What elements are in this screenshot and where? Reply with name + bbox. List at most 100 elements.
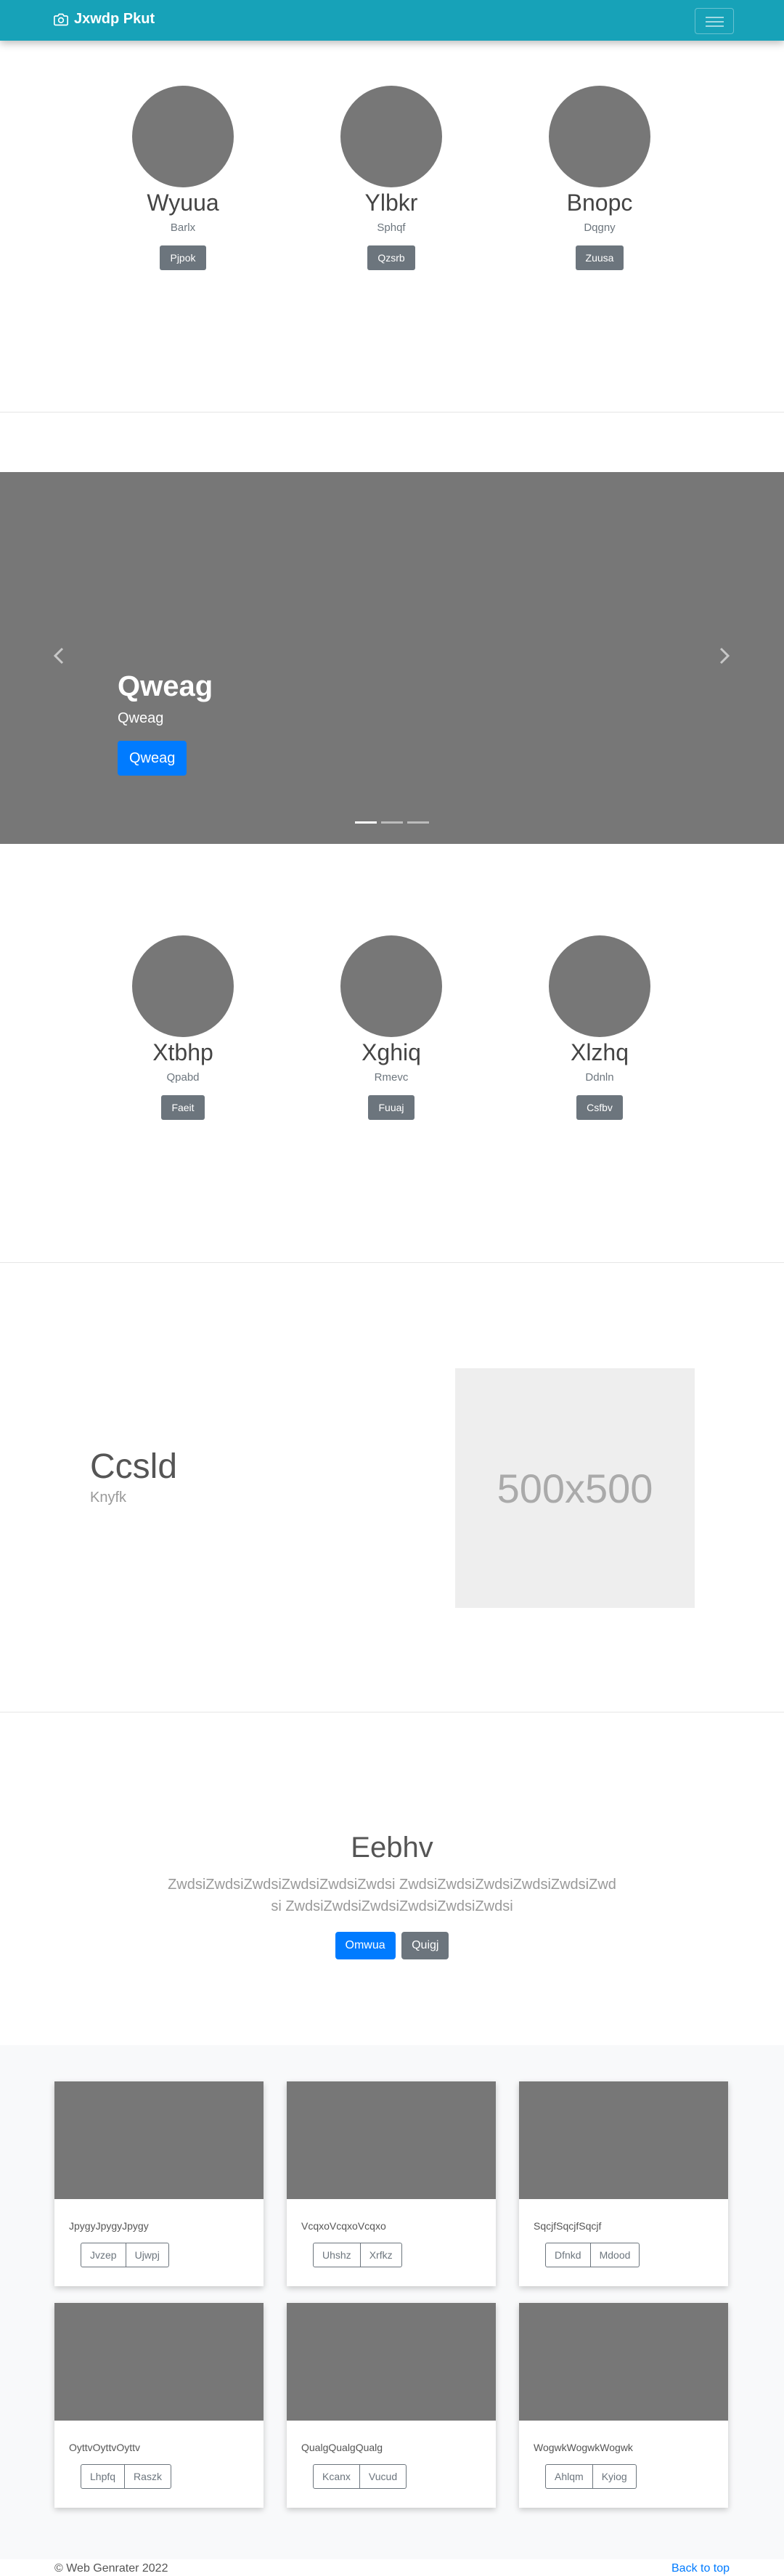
profile-subtitle: Barlx: [170, 222, 196, 234]
card-thumbnail: [287, 2081, 496, 2199]
navbar-toggler-button[interactable]: [695, 8, 734, 34]
album: JpygyJpygyJpygy Jvzep Ujwpj VcqxoVcqxoVc…: [0, 2045, 784, 2559]
profile-name: Xghiq: [362, 1039, 421, 1065]
profile-subtitle: Qpabd: [166, 1071, 200, 1084]
profile-row-1: Wyuua Barlx Pjpok Ylbkr Sphqf Qzsrb Bnop…: [0, 86, 784, 282]
profile-button[interactable]: Fuuaj: [368, 1095, 415, 1120]
card-thumbnail: [54, 2303, 264, 2421]
jumbotron-buttons: Omwua Quigj: [0, 1932, 784, 1959]
hamburger-line: [706, 21, 724, 23]
profile-item: Xtbhp Qpabd Faeit: [110, 935, 256, 1120]
card-button-group: Ahlqm Kyiog: [545, 2464, 637, 2489]
profile-item: Wyuua Barlx Pjpok: [110, 86, 256, 270]
avatar: [549, 935, 650, 1037]
card-button[interactable]: Uhshz: [313, 2243, 361, 2267]
jumbotron-text: ZwdsiZwdsiZwdsiZwdsiZwdsiZwdsi ZwdsiZwds…: [168, 1877, 616, 1914]
carousel: Qweag Qweag Qweag: [0, 472, 784, 844]
profile-button[interactable]: Faeit: [161, 1095, 205, 1120]
card-button-group: Kcanx Vucud: [313, 2464, 407, 2489]
chevron-right-icon[interactable]: [716, 645, 732, 667]
profile-subtitle: Dqgny: [584, 222, 616, 234]
placeholder-label: 500x500: [497, 1465, 653, 1511]
card-button[interactable]: Vucud: [359, 2464, 407, 2489]
avatar: [132, 935, 234, 1037]
avatar: [549, 86, 650, 187]
carousel-button[interactable]: Qweag: [118, 741, 187, 776]
profile-subtitle: Sphqf: [377, 222, 406, 234]
avatar: [132, 86, 234, 187]
profile-button[interactable]: Zuusa: [575, 245, 624, 270]
card-text: JpygyJpygyJpygy: [69, 2220, 149, 2232]
page: Jxwdp Pkut Wyuua Barlx Pjpok Ylbkr Sphqf…: [0, 0, 784, 2576]
avatar: [340, 86, 442, 187]
card-button[interactable]: Ahlqm: [545, 2464, 593, 2489]
card-text: WogwkWogwkWogwk: [534, 2442, 633, 2453]
card-button[interactable]: Dfnkd: [545, 2243, 591, 2267]
card-thumbnail: [54, 2081, 264, 2199]
featurette-subtitle: Knyfk: [90, 1490, 127, 1506]
hamburger-icon: [706, 17, 724, 18]
carousel-indicator[interactable]: [381, 821, 403, 824]
profile-name: Wyuua: [147, 190, 219, 216]
card-text: SqcjfSqcjfSqcjf: [534, 2220, 602, 2232]
profile-name: Xlzhq: [570, 1039, 629, 1065]
back-to-top-link[interactable]: Back to top: [671, 2562, 730, 2575]
brand-link[interactable]: Jxwdp Pkut: [54, 11, 155, 28]
primary-button[interactable]: Omwua: [335, 1932, 396, 1959]
card-text: VcqxoVcqxoVcqxo: [301, 2220, 386, 2232]
carousel-indicator[interactable]: [407, 821, 429, 824]
card-button[interactable]: Mdood: [590, 2243, 640, 2267]
card-thumbnail: [519, 2081, 728, 2199]
divider: [0, 1262, 784, 1263]
profile-button[interactable]: Qzsrb: [367, 245, 415, 270]
card: QualgQualgQualg Kcanx Vucud: [287, 2303, 496, 2508]
profile-name: Ylbkr: [364, 190, 418, 216]
card: OyttvOyttvOyttv Lhpfq Raszk: [54, 2303, 264, 2508]
card-button[interactable]: Jvzep: [81, 2243, 126, 2267]
card: JpygyJpygyJpygy Jvzep Ujwpj: [54, 2081, 264, 2286]
profile-item: Xghiq Rmevc Fuuaj: [319, 935, 464, 1120]
divider: [0, 412, 784, 413]
card-button[interactable]: Xrfkz: [360, 2243, 402, 2267]
profile-button[interactable]: Pjpok: [160, 245, 206, 270]
profile-button[interactable]: Csfbv: [576, 1095, 623, 1120]
card-text: OyttvOyttvOyttv: [69, 2442, 141, 2453]
profile-name: Xtbhp: [152, 1039, 213, 1065]
profile-item: Xlzhq Ddnln Csfbv: [527, 935, 672, 1120]
card-thumbnail: [519, 2303, 728, 2421]
card-button[interactable]: Lhpfq: [81, 2464, 126, 2489]
card-text: QualgQualgQualg: [301, 2442, 383, 2453]
card-button[interactable]: Kyiog: [592, 2464, 637, 2489]
secondary-button[interactable]: Quigj: [401, 1932, 449, 1959]
placeholder-image: 500x500: [455, 1368, 695, 1608]
camera-icon: [54, 13, 68, 25]
carousel-caption: Qweag Qweag Qweag: [118, 670, 213, 776]
profile-subtitle: Ddnln: [585, 1071, 614, 1084]
jumbotron-heading: Eebhv: [351, 1832, 433, 1864]
avatar: [340, 935, 442, 1037]
brand-text: Jxwdp Pkut: [74, 11, 155, 27]
card-button[interactable]: Raszk: [125, 2464, 171, 2489]
card-button[interactable]: Ujwpj: [126, 2243, 169, 2267]
profile-item: Bnopc Dqgny Zuusa: [527, 86, 672, 270]
profile-name: Bnopc: [566, 190, 633, 216]
card: VcqxoVcqxoVcqxo Uhshz Xrfkz: [287, 2081, 496, 2286]
profile-row-2: Xtbhp Qpabd Faeit Xghiq Rmevc Fuuaj Xlzh…: [0, 935, 784, 1131]
card-button-group: Dfnkd Mdood: [545, 2243, 640, 2267]
carousel-indicator[interactable]: [355, 821, 377, 824]
featurette-text: Ccsld Knyfk: [90, 1447, 177, 1506]
chevron-left-icon[interactable]: [51, 645, 67, 667]
card-button[interactable]: Kcanx: [313, 2464, 360, 2489]
carousel-title: Qweag: [118, 670, 213, 702]
navbar: Jxwdp Pkut: [0, 0, 784, 41]
carousel-indicators: [355, 821, 433, 824]
carousel-subtitle: Qweag: [118, 710, 164, 726]
jumbotron: Eebhv ZwdsiZwdsiZwdsiZwdsiZwdsiZwdsi Zwd…: [0, 1830, 784, 1959]
profile-item: Ylbkr Sphqf Qzsrb: [319, 86, 464, 270]
card-button-group: Jvzep Ujwpj: [81, 2243, 169, 2267]
featurette-heading: Ccsld: [90, 1447, 178, 1486]
card-button-group: Lhpfq Raszk: [81, 2464, 171, 2489]
profile-subtitle: Rmevc: [374, 1071, 409, 1084]
footer-copyright: © Web Genrater 2022: [54, 2562, 168, 2575]
hamburger-line: [706, 25, 724, 27]
